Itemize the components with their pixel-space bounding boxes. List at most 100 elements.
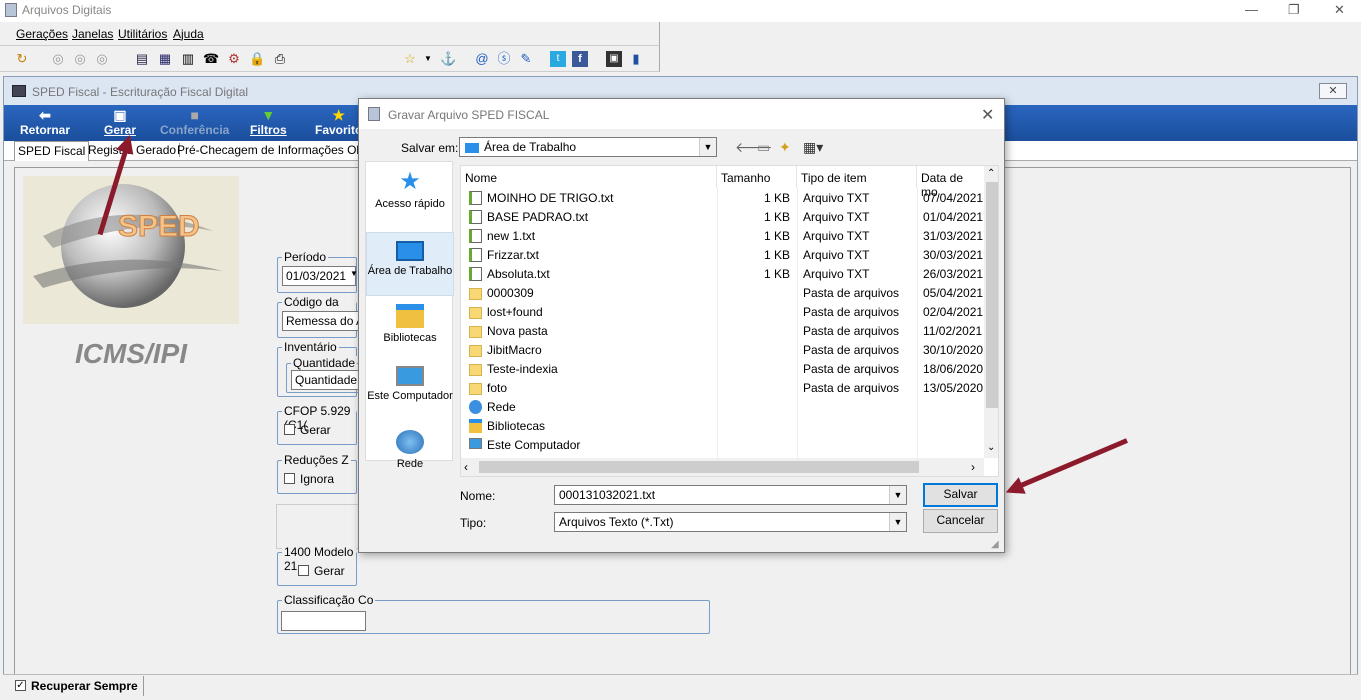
file-type: Arquivo TXT [803, 229, 870, 243]
resize-grip-icon[interactable]: ◢ [991, 539, 999, 550]
file-row[interactable]: Teste-indexia Pasta de arquivos 18/06/2020 [461, 360, 984, 379]
chevron-down-icon[interactable]: ▼ [889, 513, 906, 531]
chevron-down-icon[interactable]: ▼ [889, 486, 906, 504]
scroll-up-icon[interactable]: ⌃ [987, 168, 995, 179]
refresh-icon[interactable]: ↻ [14, 51, 30, 67]
minimize-icon[interactable]: — [1245, 2, 1258, 17]
up-folder-icon[interactable]: ▭ [757, 139, 770, 156]
window-icon[interactable]: ▤ [134, 51, 150, 67]
scroll-left-icon[interactable]: ‹ [464, 460, 468, 474]
column-tamanho[interactable]: Tamanho [717, 166, 797, 188]
close-icon[interactable]: ✕ [981, 105, 994, 125]
sped-logo-text: SPED [118, 210, 200, 243]
cancel-button[interactable]: Cancelar [923, 509, 998, 533]
book-icon[interactable]: ▮ [628, 51, 644, 67]
file-row[interactable]: Frizzar.txt 1 KB Arquivo TXT 30/03/2021 [461, 246, 984, 265]
network-icon [396, 430, 424, 454]
menu-ajuda[interactable]: Ajuda [173, 27, 204, 41]
close-icon[interactable]: ✕ [1334, 2, 1345, 18]
filetype-select[interactable]: Arquivos Texto (*.Txt) ▼ [554, 512, 907, 532]
periodo-field[interactable]: 01/03/2021 [282, 266, 356, 286]
chevron-down-icon[interactable]: ▼ [699, 138, 716, 156]
place-quick-access[interactable]: ★ Acesso rápido [366, 170, 454, 220]
phone-icon[interactable]: ☎ [203, 51, 219, 67]
quantidade-field[interactable]: Quantidade Co [291, 370, 361, 390]
disk2-icon[interactable]: ◎ [72, 51, 88, 67]
h-scroll-thumb[interactable] [479, 461, 919, 473]
filetype-label: Tipo: [460, 516, 487, 530]
file-row[interactable]: Rede [461, 398, 984, 417]
column-data[interactable]: Data de mo [917, 166, 985, 199]
file-row[interactable]: Absoluta.txt 1 KB Arquivo TXT 26/03/2021 [461, 265, 984, 284]
recuperar-checkbox[interactable]: ✓ [15, 680, 26, 691]
chevron-down-icon[interactable]: ▼ [350, 269, 358, 278]
filename-label: Nome: [460, 489, 496, 503]
place-libraries[interactable]: Bibliotecas [366, 304, 454, 354]
classificacao-field[interactable] [281, 611, 366, 631]
file-row[interactable]: new 1.txt 1 KB Arquivo TXT 31/03/2021 [461, 227, 984, 246]
scroll-right-icon[interactable]: › [971, 460, 975, 474]
reducoes-checkbox[interactable] [284, 473, 295, 484]
file-row[interactable]: Bibliotecas [461, 417, 984, 436]
file-row[interactable]: Nova pasta Pasta de arquivos 11/02/2021 [461, 322, 984, 341]
disk-icon[interactable]: ◎ [50, 51, 66, 67]
favoritos-button[interactable]: ★ Favorito [315, 107, 362, 137]
place-desktop[interactable]: Área de Trabalho [366, 232, 454, 296]
lock-icon[interactable]: 🔒 [249, 51, 265, 67]
save-in-label: Salvar em: [401, 141, 459, 155]
file-row[interactable]: BASE PADRAO.txt 1 KB Arquivo TXT 01/04/2021 [461, 208, 984, 227]
column-tipo[interactable]: Tipo de item [797, 166, 917, 188]
anchor-icon[interactable]: ⚓ [440, 51, 456, 67]
scroll-down-icon[interactable]: ⌄ [987, 442, 995, 453]
file-list: Nome Tamanho Tipo de item Data de mo MOI… [460, 165, 999, 477]
place-computer[interactable]: Este Computador [366, 366, 454, 416]
place-network-label: Rede [396, 458, 424, 470]
file-row[interactable]: JibitMacro Pasta de arquivos 30/10/2020 [461, 341, 984, 360]
text-file-icon [469, 229, 482, 243]
save-button[interactable]: Salvar [923, 483, 998, 507]
monitor-icon[interactable]: ▣ [606, 51, 622, 67]
file-row[interactable]: foto Pasta de arquivos 13/05/2020 [461, 379, 984, 398]
save-in-select[interactable]: Área de Trabalho ▼ [459, 137, 717, 157]
disk3-icon[interactable]: ◎ [94, 51, 110, 67]
dropdown-icon[interactable]: ▼ [420, 51, 436, 67]
menu-geracoes[interactable]: Gerações [16, 27, 68, 41]
file-row[interactable]: 0000309 Pasta de arquivos 05/04/2021 [461, 284, 984, 303]
view-menu-icon[interactable]: ▦▾ [803, 139, 823, 156]
file-size: 1 KB [763, 210, 790, 224]
file-row[interactable]: MOINHO DE TRIGO.txt 1 KB Arquivo TXT 07/04/… [461, 189, 984, 208]
text-file-icon [469, 210, 482, 224]
printer-icon[interactable]: ⎙ [272, 51, 288, 67]
retornar-button[interactable]: ⬅ Retornar [20, 107, 70, 137]
scroll-thumb[interactable] [986, 182, 998, 408]
finalidade-field[interactable]: Remessa do Ar [282, 311, 362, 331]
cfop-checkbox[interactable] [284, 424, 295, 435]
menu-janelas[interactable]: Janelas [72, 27, 113, 41]
place-network[interactable]: Rede [366, 430, 454, 470]
file-name: JibitMacro [487, 343, 542, 357]
calendar-icon[interactable]: ▥ [180, 51, 196, 67]
classificacao-label: Classificação Co [282, 593, 376, 607]
skype-icon[interactable]: ⓢ [496, 51, 512, 67]
file-row[interactable]: Este Computador [461, 436, 984, 455]
horizontal-scrollbar[interactable]: ‹ › [461, 458, 984, 476]
calculator-icon[interactable]: ▦ [157, 51, 173, 67]
file-row[interactable]: lost+found Pasta de arquivos 02/04/2021 [461, 303, 984, 322]
email-icon[interactable]: @ [474, 51, 490, 67]
restore-icon[interactable]: ❐ [1288, 2, 1300, 18]
close-icon[interactable]: ✕ [1319, 83, 1347, 99]
facebook-icon[interactable]: f [572, 51, 588, 67]
tab-sped-fiscal[interactable]: SPED Fiscal [14, 141, 90, 161]
conferencia-button[interactable]: ■ Conferência [160, 107, 229, 137]
filtros-button[interactable]: ▼ Filtros [250, 107, 287, 137]
tools-icon[interactable]: ⚙ [226, 51, 242, 67]
twitter-icon[interactable]: t [550, 51, 566, 67]
star-icon[interactable]: ☆ [402, 51, 418, 67]
new-folder-icon[interactable]: ✦ [779, 139, 791, 156]
filename-input[interactable]: 000131032021.txt ▼ [554, 485, 907, 505]
modelo-checkbox[interactable] [298, 565, 309, 576]
feather-icon[interactable]: ✎ [518, 51, 534, 67]
vertical-scrollbar[interactable]: ⌃ ⌄ [984, 166, 998, 458]
menu-utilitarios[interactable]: Utilitários [118, 27, 167, 41]
column-nome[interactable]: Nome [461, 166, 717, 188]
